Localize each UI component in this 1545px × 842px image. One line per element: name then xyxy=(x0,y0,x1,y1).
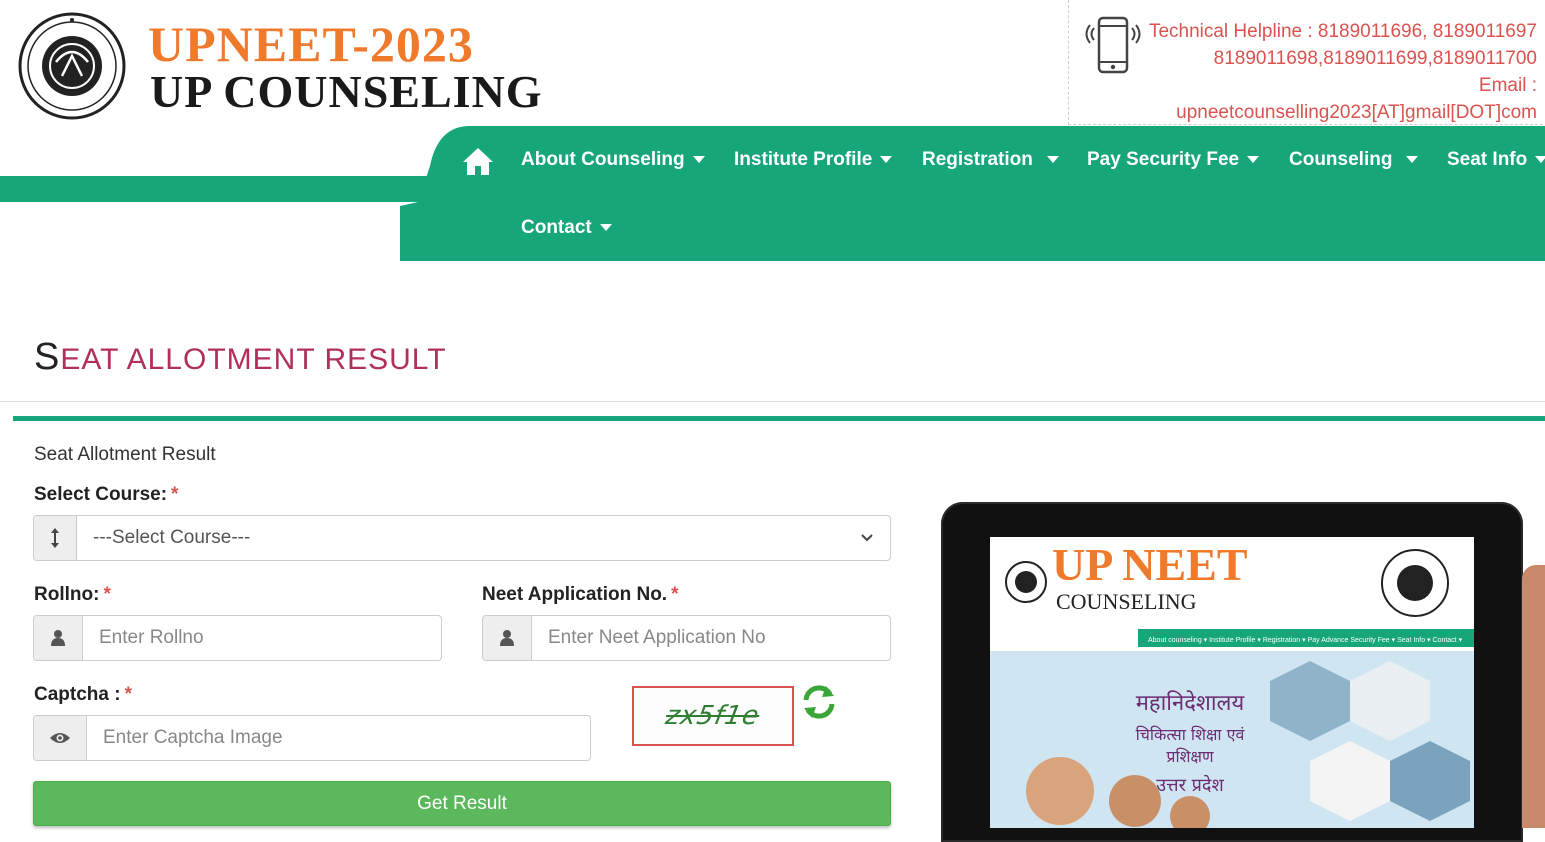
mobile-phone-icon xyxy=(1085,16,1141,74)
eye-icon xyxy=(34,716,87,760)
email-label: Email : xyxy=(1478,75,1537,96)
nav-institute-profile[interactable]: Institute Profile xyxy=(734,148,893,172)
caret-down-icon xyxy=(880,156,893,164)
hand-holding-tablet xyxy=(1522,565,1545,828)
user-icon xyxy=(34,616,83,660)
required-marker: * xyxy=(103,584,111,605)
captcha-field-group xyxy=(33,715,591,761)
seal-logo-right-icon xyxy=(1381,549,1449,617)
rollno-input[interactable] xyxy=(83,616,441,660)
caret-down-icon xyxy=(1406,156,1419,164)
get-result-button[interactable]: Get Result xyxy=(33,781,891,826)
brand-subtitle: UP COUNSELING xyxy=(150,66,543,117)
nav-seat-info[interactable]: Seat Info xyxy=(1447,148,1545,172)
caret-down-icon xyxy=(1046,156,1059,164)
neet-application-field-group xyxy=(482,615,891,661)
helpline-numbers-line2: 8189011698,8189011699,8189011700 xyxy=(1213,48,1537,69)
nav-contact[interactable]: Contact xyxy=(521,216,612,240)
home-icon[interactable] xyxy=(462,146,494,176)
user-icon xyxy=(483,616,532,660)
nav-accent-strip xyxy=(0,176,440,202)
helpline-numbers-line1: Technical Helpline : 8189011696, 8189011… xyxy=(1148,21,1537,42)
main-nav-background xyxy=(400,126,1545,261)
required-marker: * xyxy=(124,684,132,705)
course-select-value[interactable]: ---Select Course--- xyxy=(77,516,890,560)
caret-down-icon xyxy=(692,156,705,164)
brand-title: UPNEET-2023 xyxy=(148,16,474,72)
required-marker: * xyxy=(171,484,179,505)
refresh-captcha-icon[interactable] xyxy=(800,682,838,722)
captcha-image: zx5f1e xyxy=(632,686,794,746)
nav-pay-security-fee[interactable]: Pay Security Fee xyxy=(1087,148,1260,172)
nav-registration[interactable]: Registration xyxy=(922,148,1059,172)
chevron-down-icon xyxy=(861,534,873,542)
caret-down-icon xyxy=(1535,156,1545,164)
tablet-promo-screen: UP NEET COUNSELING About counseling ▾ In… xyxy=(990,537,1474,828)
caret-down-icon xyxy=(599,224,612,232)
rollno-label: Rollno: * xyxy=(34,584,111,605)
course-select[interactable]: ---Select Course--- xyxy=(33,515,891,561)
helpline-panel: Technical Helpline : 8189011696, 8189011… xyxy=(1068,0,1543,125)
promo-nav-bar: About counseling ▾ Institute Profile ▾ R… xyxy=(1138,629,1474,647)
neet-application-input[interactable] xyxy=(532,616,890,660)
doctors-hexagon-graphic xyxy=(1270,661,1470,821)
caret-down-icon xyxy=(1247,156,1260,164)
required-marker: * xyxy=(671,584,679,605)
page-title: SEAT ALLOTMENT RESULT xyxy=(34,336,447,378)
neet-application-label: Neet Application No. * xyxy=(482,584,679,605)
title-divider xyxy=(0,401,1545,402)
panel-heading: Seat Allotment Result xyxy=(34,444,216,465)
captcha-label: Captcha : * xyxy=(34,684,132,705)
course-label: Select Course: * xyxy=(34,484,179,505)
rollno-field-group xyxy=(33,615,442,661)
helpline-text: Technical Helpline : 8189011696, 8189011… xyxy=(1149,18,1537,126)
sort-arrows-icon xyxy=(34,516,77,560)
seal-logo-small-icon xyxy=(1005,561,1047,603)
panel-top-border xyxy=(13,416,1545,421)
promo-title: UP NEET xyxy=(1052,539,1248,590)
up-government-seal-logo xyxy=(18,12,126,120)
nav-about-counseling[interactable]: About Counseling xyxy=(521,148,705,172)
nav-counseling[interactable]: Counseling xyxy=(1289,148,1419,172)
captcha-input[interactable] xyxy=(87,716,590,760)
promo-hindi-text: महानिदेशालय चिकित्सा शिक्षा एवं प्रशिक्ष… xyxy=(1135,691,1245,796)
promo-subtitle: COUNSELING xyxy=(1056,589,1197,614)
email-value[interactable]: upneetcounselling2023[AT]gmail[DOT]com xyxy=(1149,99,1537,126)
